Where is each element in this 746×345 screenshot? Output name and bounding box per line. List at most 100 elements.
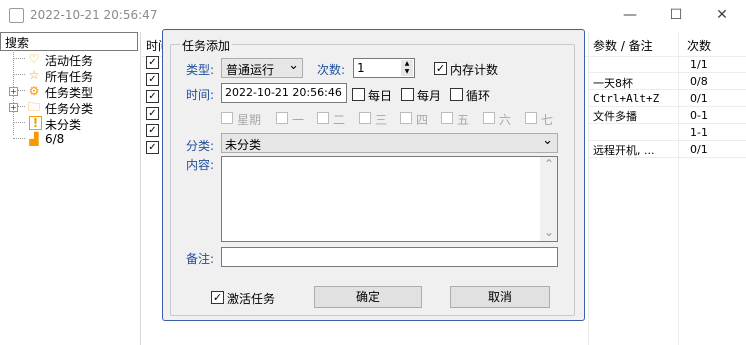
weekday-label: 五 bbox=[457, 113, 470, 127]
star-icon: ☆ bbox=[28, 68, 40, 82]
monthly-label: 每月 bbox=[417, 89, 442, 103]
loop-checkbox[interactable] bbox=[450, 88, 463, 101]
category-select[interactable]: 未分类 ⌄ bbox=[221, 133, 558, 153]
note-label: 备注: bbox=[186, 252, 215, 266]
gear-icon: ⚙ bbox=[28, 84, 40, 98]
expand-icon[interactable]: + bbox=[9, 87, 18, 96]
heart-icon: ♡ bbox=[28, 52, 40, 66]
column-header-count[interactable]: 次数 bbox=[687, 37, 711, 54]
daily-checkbox[interactable] bbox=[352, 88, 365, 101]
content-textarea[interactable]: ⌃ ⌄ bbox=[221, 156, 558, 242]
app-icon bbox=[9, 8, 24, 23]
content-scrollbar[interactable]: ⌃ ⌄ bbox=[540, 157, 557, 241]
window-title: 2022-10-21 20:56:47 bbox=[30, 8, 158, 22]
weekday-label: 三 bbox=[375, 113, 388, 127]
weekday-checkbox[interactable] bbox=[359, 112, 371, 124]
weekday-label: 星期 bbox=[237, 113, 262, 127]
tree-item-all-tasks[interactable]: ☆ 所有任务 bbox=[0, 68, 138, 84]
time-input[interactable]: 2022-10-21 20:56:46 bbox=[221, 83, 347, 103]
memory-count-label: 内存计数 bbox=[450, 63, 499, 77]
row-checkbox[interactable]: ✓ bbox=[146, 73, 159, 86]
spin-down-icon[interactable]: ▼ bbox=[401, 68, 413, 76]
tree-item-label: 未分类 bbox=[45, 118, 82, 132]
category-tree: ♡ 活动任务 ☆ 所有任务 + ⚙ 任务类型 + 🗀 任务分类 ! 未分类 ▟ … bbox=[0, 50, 138, 345]
row-checkbox[interactable]: ✓ bbox=[146, 124, 159, 137]
monthly-checkbox[interactable] bbox=[401, 88, 414, 101]
content-label: 内容: bbox=[186, 158, 215, 172]
chevron-down-icon: ⌄ bbox=[542, 133, 553, 148]
count-label: 次数: bbox=[317, 63, 346, 77]
tree-item-task-categories[interactable]: + 🗀 任务分类 bbox=[0, 100, 138, 116]
activate-checkbox[interactable]: ✓ bbox=[211, 291, 224, 304]
row-count: 0/8 bbox=[690, 75, 708, 88]
category-label: 分类: bbox=[186, 139, 215, 153]
row-param: 一天8杯 bbox=[593, 77, 633, 90]
maximize-button[interactable]: ☐ bbox=[653, 0, 699, 31]
row-checkbox[interactable]: ✓ bbox=[146, 141, 159, 154]
grid-divider bbox=[588, 140, 746, 141]
cancel-button[interactable]: 取消 bbox=[450, 286, 550, 308]
warning-icon: ! bbox=[29, 116, 42, 130]
category-value: 未分类 bbox=[225, 138, 262, 152]
weekday-label: 四 bbox=[416, 113, 429, 127]
weekday-checkbox[interactable] bbox=[483, 112, 495, 124]
title-bar: 2022-10-21 20:56:47 — ☐ ✕ bbox=[0, 0, 746, 31]
time-label: 时间: bbox=[186, 88, 215, 102]
tree-item-task-types[interactable]: + ⚙ 任务类型 bbox=[0, 84, 138, 100]
tree-item-label: 任务类型 bbox=[45, 86, 94, 100]
note-input[interactable] bbox=[221, 247, 558, 267]
chart-icon: ▟ bbox=[29, 132, 39, 146]
search-label: 搜索 bbox=[5, 36, 30, 50]
row-count: 0/1 bbox=[690, 92, 708, 105]
search-input[interactable]: 搜索 bbox=[0, 32, 138, 51]
grid-divider bbox=[588, 106, 746, 107]
count-stepper[interactable]: 1 ▲ ▼ bbox=[353, 58, 415, 78]
weekday-checkbox[interactable] bbox=[400, 112, 412, 124]
row-count: 1/1 bbox=[690, 58, 708, 71]
weekday-checkbox[interactable] bbox=[525, 112, 537, 124]
tree-item-label: 任务分类 bbox=[45, 102, 94, 116]
dialog-title: 任务添加 bbox=[180, 37, 233, 54]
count-value: 1 bbox=[357, 61, 365, 75]
weekday-label: 六 bbox=[499, 113, 512, 127]
row-count: 0-1 bbox=[690, 109, 708, 122]
tree-item-active-tasks[interactable]: ♡ 活动任务 bbox=[0, 52, 138, 68]
row-checkbox[interactable]: ✓ bbox=[146, 107, 159, 120]
weekday-checkbox[interactable] bbox=[317, 112, 329, 124]
type-value: 普通运行 bbox=[226, 63, 275, 77]
minimize-button[interactable]: — bbox=[607, 0, 653, 31]
weekday-label: 二 bbox=[333, 113, 346, 127]
type-label: 类型: bbox=[186, 63, 215, 77]
row-param: Ctrl+Alt+Z bbox=[593, 92, 660, 105]
weekday-checkbox[interactable] bbox=[276, 112, 288, 124]
close-button[interactable]: ✕ bbox=[699, 0, 745, 31]
ok-button[interactable]: 确定 bbox=[314, 286, 422, 308]
row-checkbox[interactable]: ✓ bbox=[146, 90, 159, 103]
row-param: 远程开机, ... bbox=[593, 144, 655, 157]
tree-item-stats[interactable]: ▟ 6/8 bbox=[0, 132, 138, 148]
weekday-label: 七 bbox=[541, 113, 554, 127]
weekday-label: 一 bbox=[292, 113, 305, 127]
memory-count-checkbox[interactable]: ✓ bbox=[434, 62, 447, 75]
time-value: 2022-10-21 20:56:46 bbox=[225, 86, 342, 99]
grid-divider bbox=[588, 72, 746, 73]
chevron-down-icon: ⌄ bbox=[288, 58, 299, 73]
grid-divider bbox=[588, 32, 589, 345]
spin-up-icon[interactable]: ▲ bbox=[401, 60, 413, 68]
tree-item-uncategorized[interactable]: ! 未分类 bbox=[0, 116, 138, 132]
scroll-down-icon[interactable]: ⌄ bbox=[544, 225, 554, 239]
weekday-checkbox[interactable] bbox=[221, 112, 233, 124]
type-select[interactable]: 普通运行 ⌄ bbox=[221, 58, 303, 78]
row-checkbox[interactable]: ✓ bbox=[146, 56, 159, 69]
row-count: 0/1 bbox=[690, 143, 708, 156]
loop-label: 循环 bbox=[466, 89, 491, 103]
tree-item-label: 活动任务 bbox=[45, 54, 94, 68]
grid-divider bbox=[678, 32, 679, 345]
tree-item-label: 6/8 bbox=[45, 132, 65, 146]
scroll-up-icon[interactable]: ⌃ bbox=[544, 157, 554, 171]
expand-icon[interactable]: + bbox=[9, 103, 18, 112]
weekday-checkbox[interactable] bbox=[441, 112, 453, 124]
column-header-params[interactable]: 参数 / 备注 bbox=[593, 37, 653, 54]
tree-item-label: 所有任务 bbox=[45, 70, 94, 84]
row-param: 文件多播 bbox=[593, 110, 637, 123]
